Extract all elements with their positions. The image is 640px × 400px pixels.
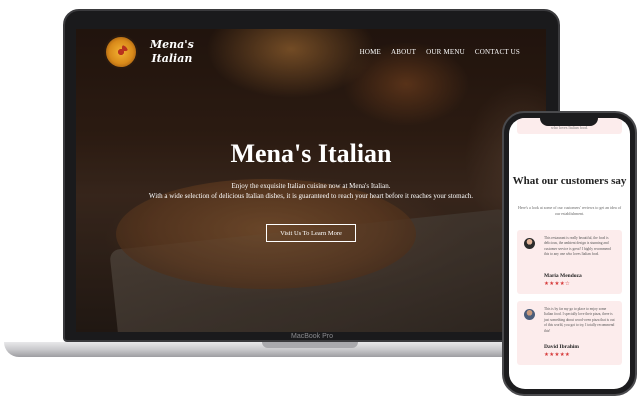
nav-about[interactable]: ABOUT bbox=[391, 48, 416, 56]
hero-title: Mena's Italian bbox=[230, 139, 392, 168]
review-text: This restaurant is really beautiful, the… bbox=[544, 236, 611, 257]
review-card: This restaurant is really beautiful, the… bbox=[517, 230, 622, 294]
phone-screen: who loves Italian food. What our custome… bbox=[509, 118, 630, 389]
laptop-hinge-notch bbox=[262, 342, 358, 348]
hero-tagline: Enjoy the exquisite Italian cuisine now … bbox=[231, 182, 391, 190]
rating-stars: ★★★★★ bbox=[544, 352, 571, 358]
avatar bbox=[524, 309, 535, 320]
phone-notch bbox=[540, 117, 598, 126]
hero-overlay bbox=[76, 29, 546, 332]
review-card: This is by far my go to place to enjoy s… bbox=[517, 301, 622, 365]
nav-home[interactable]: HOME bbox=[360, 48, 381, 56]
laptop-model-label: MacBook Pro bbox=[290, 333, 334, 340]
review-text: This is by far my go to place to enjoy s… bbox=[544, 307, 615, 333]
site-brand[interactable]: Mena's Italian bbox=[150, 38, 194, 66]
nav-contact-us[interactable]: CONTACT US bbox=[475, 48, 520, 56]
rating-stars: ★★★★☆ bbox=[544, 281, 571, 287]
brand-line-1: Mena's bbox=[150, 38, 194, 51]
hero-description: With a wide selection of delicious Itali… bbox=[148, 192, 474, 200]
reviewer-name: David Ibrahim bbox=[544, 344, 579, 350]
website-screen: Mena's Italian HOME ABOUT OUR MENU CONTA… bbox=[76, 29, 546, 332]
main-nav: HOME ABOUT OUR MENU CONTACT US bbox=[360, 48, 520, 56]
reviews-subtitle: Here's a look at some of our customers' … bbox=[517, 205, 622, 216]
pizza-icon[interactable] bbox=[104, 35, 138, 69]
avatar bbox=[524, 238, 535, 249]
nav-our-menu[interactable]: OUR MENU bbox=[426, 48, 465, 56]
reviews-title: What our customers say bbox=[512, 175, 627, 187]
brand-line-2: Italian bbox=[151, 52, 193, 65]
learn-more-button[interactable]: Visit Us To Learn More bbox=[266, 224, 356, 242]
reviewer-name: Maria Mendoza bbox=[544, 273, 582, 279]
